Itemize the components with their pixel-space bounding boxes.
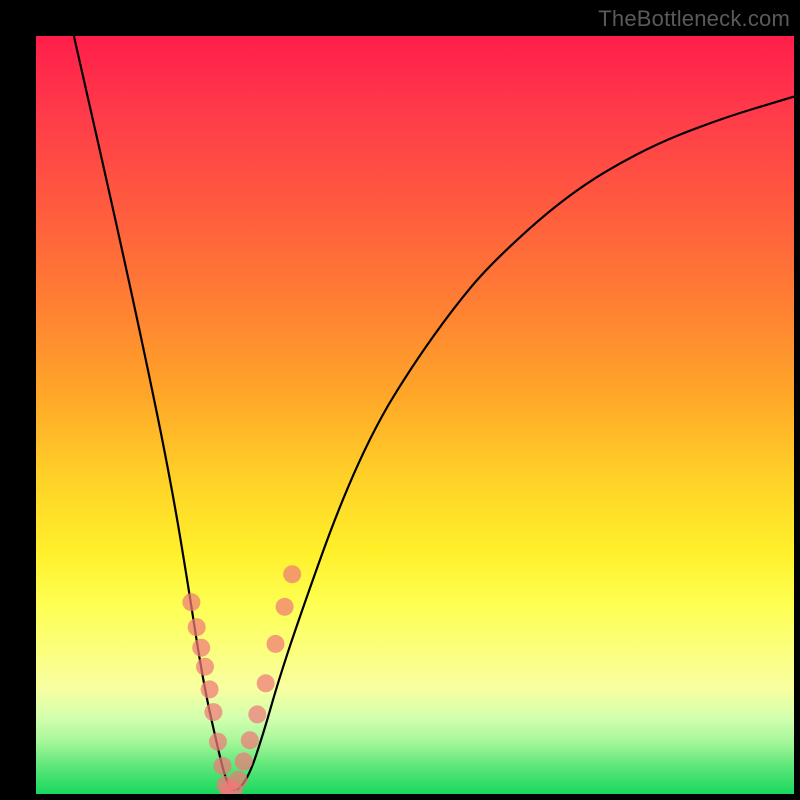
sample-point <box>204 703 222 721</box>
sample-point <box>241 731 259 749</box>
watermark-text: TheBottleneck.com <box>598 6 790 32</box>
sample-point <box>196 658 214 676</box>
sample-point <box>235 752 253 770</box>
sample-point <box>188 618 206 636</box>
sample-point <box>209 733 227 751</box>
sample-point <box>192 639 210 657</box>
sample-point <box>182 593 200 611</box>
sample-point <box>248 705 266 723</box>
sample-point <box>214 757 232 775</box>
sample-point <box>201 680 219 698</box>
sample-points-group <box>182 565 301 794</box>
sample-point <box>283 565 301 583</box>
sample-point <box>276 598 294 616</box>
sample-point <box>229 771 247 789</box>
chart-svg <box>36 36 794 794</box>
plot-area <box>36 36 794 794</box>
bottleneck-curve <box>74 36 794 790</box>
sample-point <box>257 674 275 692</box>
chart-frame: TheBottleneck.com <box>0 0 800 800</box>
sample-point <box>267 635 285 653</box>
